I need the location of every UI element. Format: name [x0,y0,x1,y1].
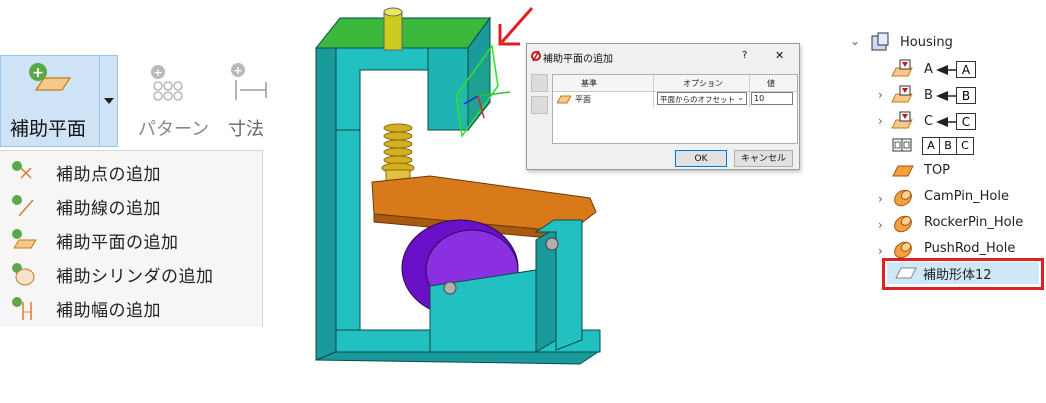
column-header-value: 値 [767,79,775,88]
tree-item-housing[interactable]: Housing [900,35,953,50]
feature-tree: ⌄ Housing A A › B B › C C A B C TOP › Ca… [840,30,1046,300]
tree-item-campin-hole[interactable]: CamPin_Hole [924,189,1009,204]
help-button[interactable]: ? [742,50,747,61]
datum-reference-frame[interactable]: A B C [922,137,974,155]
menu-item-add-aux-plane[interactable]: 補助平面の追加 [0,223,262,257]
cancel-button[interactable]: キャンセル [734,150,793,167]
menu-item-label: 補助シリンダの追加 [56,267,214,287]
svg-text:+: + [233,64,242,77]
chevron-right-icon[interactable]: › [878,192,883,206]
menu-item-add-aux-width[interactable]: 補助幅の追加 [0,291,262,325]
menu-item-label: 補助点の追加 [56,165,161,185]
datum-flag-icon [936,117,956,127]
aux-line-icon [12,195,34,217]
plane-icon [892,165,914,177]
chevron-right-icon[interactable]: › [878,218,883,232]
aux-plane-icon: + [29,63,72,91]
aux-dropdown-menu: 補助点の追加 補助線の追加 補助平面の追加 補助シリンダの追加 補助幅の追加 [0,150,263,327]
column-header-base: 基準 [581,79,597,88]
value-input[interactable]: 10 [751,92,793,105]
row-base-value[interactable]: 平面 [575,94,591,105]
datum-a-box: A [956,61,976,78]
menu-item-add-aux-line[interactable]: 補助線の追加 [0,189,262,223]
chevron-right-icon[interactable]: › [878,244,883,258]
plane-icon [557,95,571,104]
menu-item-label: 補助線の追加 [56,199,161,219]
close-button[interactable]: ✕ [775,49,784,62]
option-select-value: 平面からのオフセット [660,95,735,104]
dimension-icon: + [231,63,267,100]
datum-flag-icon [936,65,956,75]
tree-item-label: 補助形体12 [923,268,992,283]
add-row-icon[interactable] [531,74,548,92]
tree-item-datum-c[interactable]: C [924,114,933,129]
pattern-button[interactable]: パターン [138,115,209,141]
part-icon [871,32,889,51]
menu-item-label: 補助平面の追加 [56,233,179,253]
tree-item-rockerpin-hole[interactable]: RockerPin_Hole [924,215,1023,230]
chevron-down-icon[interactable]: ⌄ [850,34,860,48]
pattern-icon: + [151,65,183,101]
aux-cylinder-icon [12,263,35,286]
aux-plane-icon [12,229,37,249]
add-aux-plane-dialog: 補助平面の追加 ? ✕ 基準 オプション 値 平面 平面からのオフセット ⌄ 1… [526,43,800,170]
dialog-title: 補助平面の追加 [543,54,613,65]
frame-cell: C [956,138,973,154]
aux-plane-label: 補助平面 [10,118,87,140]
aux-plane-outline-icon [895,267,917,279]
tree-item-top[interactable]: TOP [924,163,950,178]
datum-feature-icon [891,85,913,103]
reference-table: 基準 オプション 値 平面 平面からのオフセット ⌄ 10 [552,74,798,144]
column-header-option: オプション [683,79,723,88]
aux-point-icon [12,161,32,179]
aux-width-icon [12,297,32,320]
tree-item-datum-b[interactable]: B [924,88,933,103]
aux-plane-dropdown-button[interactable] [100,55,118,147]
menu-item-label: 補助幅の追加 [56,301,161,321]
datum-feature-icon [891,59,913,77]
app-logo-icon [531,50,541,62]
svg-text:+: + [32,65,44,81]
chevron-right-icon[interactable]: › [878,114,883,128]
remove-row-icon[interactable] [531,96,548,114]
datum-frame-icon [892,138,912,152]
chevron-down-icon: ⌄ [737,93,744,102]
datum-feature-icon [891,111,913,129]
svg-text:+: + [153,66,162,79]
menu-item-add-aux-cylinder[interactable]: 補助シリンダの追加 [0,257,262,291]
cylinder-icon [894,215,912,233]
tree-item-datum-a[interactable]: A [924,62,933,77]
tree-item-pushrod-hole[interactable]: PushRod_Hole [924,241,1015,256]
chevron-right-icon[interactable]: › [878,88,883,102]
datum-c-box: C [956,113,976,130]
value-input-text: 10 [754,94,765,103]
dimension-button[interactable]: 寸法 [228,115,264,141]
frame-cell: B [939,138,956,154]
option-select[interactable]: 平面からのオフセット ⌄ [657,92,747,105]
tree-item-aux-feature-12[interactable]: 補助形体12 [887,262,1039,284]
datum-flag-icon [936,91,956,101]
caret-down-icon [104,98,114,104]
menu-item-add-aux-point[interactable]: 補助点の追加 [0,155,262,189]
cylinder-icon [894,189,912,207]
ok-button[interactable]: OK [675,150,727,167]
cylinder-icon [894,241,912,259]
frame-cell: A [927,139,935,152]
datum-b-box: B [956,87,976,104]
